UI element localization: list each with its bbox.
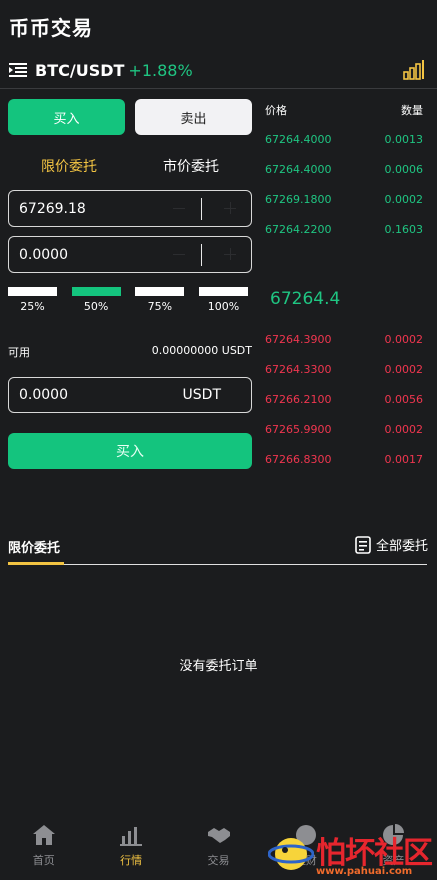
home-icon [32,825,55,845]
bid-qty: 0.0013 [384,133,424,146]
ask-row[interactable]: 67266.2100 0.0056 [265,393,423,406]
ask-qty: 0.0056 [384,393,424,406]
bid-row[interactable]: 67269.1800 0.0002 [265,193,423,206]
percent-label: 100% [207,300,240,313]
tab-home[interactable]: 首页 [0,818,87,880]
buy-submit-button[interactable]: 买入 [8,433,252,469]
plus-icon [230,248,231,260]
order-book-header: 价格 数量 [265,102,423,118]
available-label: 可用 [8,346,30,359]
buy-tab[interactable]: 买入 [8,99,125,135]
price-value[interactable]: 67269.18 [19,201,86,217]
total-value[interactable]: 0.0000 [19,387,68,403]
document-list-icon [355,535,371,554]
percent-option-100[interactable]: 100% [198,287,248,313]
handshake-icon [207,828,230,843]
total-unit: USDT [182,387,221,403]
ask-row[interactable]: 67264.3900 0.0002 [265,333,423,346]
tab-label: 首页 [32,854,55,867]
empty-orders-text: 没有委托订单 [179,659,258,674]
percent-label: 75% [147,300,173,313]
ask-price: 67266.2100 [265,393,332,406]
pair-change: +1.88% [128,60,193,80]
ask-price: 67264.3900 [265,333,332,346]
header-divider [0,88,437,89]
tab-label: 交易 [207,854,230,867]
percent-bar [8,287,57,296]
percent-label: 25% [20,300,45,313]
orders-tab-limit[interactable]: 限价委托 [8,537,60,556]
ask-row[interactable]: 67264.3300 0.0002 [265,363,423,376]
price-decrease-button[interactable] [173,208,185,209]
watermark-logo-icon [268,838,314,870]
watermark: 怕坏社区 www.pahuai.com [268,826,437,880]
bid-qty: 0.0002 [384,193,424,206]
order-type-tabs: 限价委托 市价委托 [8,156,252,176]
tab-trade[interactable]: 交易 [175,818,262,880]
pair-name: BTC/USDT [35,60,125,80]
market-chart-icon [120,827,143,846]
percent-bar [198,287,248,296]
bid-row[interactable]: 67264.2200 0.1603 [265,223,423,236]
amount-decrease-button[interactable] [173,254,185,255]
plus-icon [230,202,231,214]
bid-price: 67264.2200 [265,223,332,236]
ask-qty: 0.0002 [384,423,424,436]
percent-option-50[interactable]: 50% [71,287,121,313]
amount-stepper-divider [201,244,202,266]
price-stepper-divider [201,198,202,220]
price-input[interactable]: 67269.18 [8,190,252,227]
last-price: 67264.4 [270,289,341,309]
orders-tab-indicator [8,562,64,565]
percent-label: 50% [83,300,109,313]
sell-tab[interactable]: 卖出 [135,99,252,135]
all-orders-label: 全部委托 [375,539,428,554]
bid-row[interactable]: 67264.4000 0.0006 [265,163,423,176]
total-input[interactable]: 0.0000 USDT [8,377,252,413]
available-value: 0.00000000 USDT [151,344,252,357]
orders-divider [8,564,427,565]
percent-bar [71,287,121,296]
percent-option-25[interactable]: 25% [8,287,57,313]
ask-price: 67266.8300 [265,453,332,466]
watermark-url: www.pahuai.com [316,866,413,877]
bid-price: 67269.1800 [265,193,332,206]
tab-label: 行情 [120,854,143,867]
bid-price: 67264.4000 [265,163,332,176]
bid-qty: 0.0006 [384,163,424,176]
available-balance: 可用 0.00000000 USDT [8,344,252,360]
tab-market[interactable]: 行情 [87,818,174,880]
percent-selector: 25% 50% 75% 100% [8,287,248,313]
kline-chart-icon[interactable] [403,58,425,80]
ask-qty: 0.0002 [384,363,424,376]
tab-market-order[interactable]: 市价委托 [130,156,252,176]
menu-list-icon[interactable] [9,63,27,77]
percent-option-75[interactable]: 75% [135,287,185,313]
ask-qty: 0.0017 [384,453,424,466]
bid-row[interactable]: 67264.4000 0.0013 [265,133,423,146]
ask-price: 67265.9900 [265,423,332,436]
side-switch: 买入 卖出 [8,99,252,135]
page-title: 币币交易 [9,16,93,40]
ask-row[interactable]: 67266.8300 0.0017 [265,453,423,466]
ask-qty: 0.0002 [384,333,424,346]
pair-selector[interactable]: BTC/USDT +1.88% [9,58,427,82]
bid-qty: 0.1603 [384,223,424,236]
percent-bar [135,287,185,296]
price-column-header: 价格 [265,104,287,117]
tab-limit-order[interactable]: 限价委托 [8,156,130,176]
ask-row[interactable]: 67265.9900 0.0002 [265,423,423,436]
quantity-column-header: 数量 [401,104,423,117]
bid-price: 67264.4000 [265,133,332,146]
amount-value[interactable]: 0.0000 [19,247,68,263]
all-orders-link[interactable]: 全部委托 [354,535,428,554]
amount-input[interactable]: 0.0000 [8,236,252,273]
ask-price: 67264.3300 [265,363,332,376]
